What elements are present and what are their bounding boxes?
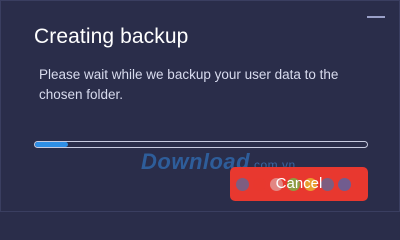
progress-bar (34, 141, 368, 148)
cancel-button[interactable]: Cancel (230, 167, 368, 201)
backup-dialog: Creating backup Please wait while we bac… (0, 0, 400, 212)
cancel-button-label: Cancel (275, 175, 323, 192)
dialog-title: Creating backup (34, 25, 189, 48)
minimize-icon[interactable] (367, 13, 385, 21)
dialog-message: Please wait while we backup your user da… (39, 67, 339, 102)
progress-bar-fill (35, 142, 69, 147)
